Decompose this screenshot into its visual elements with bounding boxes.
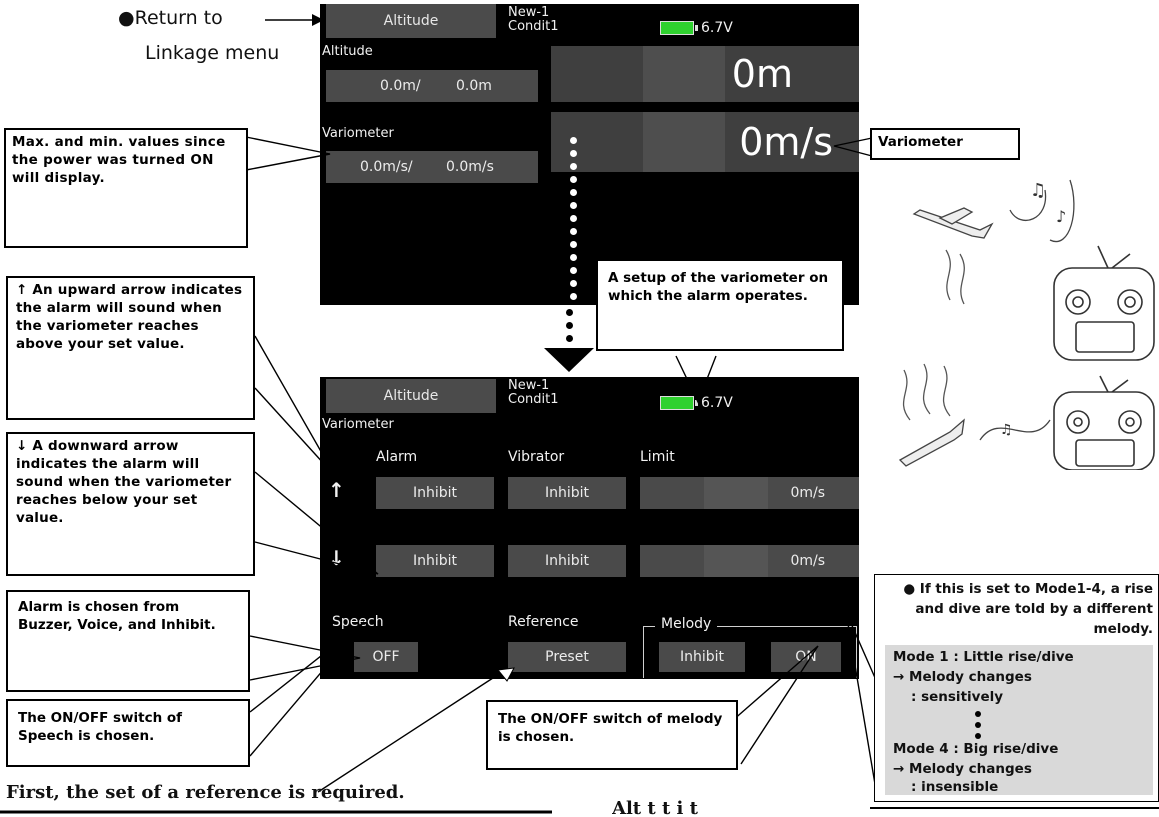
mode1-line2: : sensitively	[911, 689, 1004, 705]
callout-variometer: Variometer	[870, 128, 1020, 160]
callout-maxmin: Max. and min. values since the power was…	[4, 128, 248, 248]
mode4-line1: → Melody changes	[893, 761, 1032, 777]
callout-downward: ↓ A downward arrow indicates the alarm w…	[6, 432, 255, 576]
callout-speech-switch: The ON/OFF switch of Speech is chosen.	[6, 699, 250, 767]
mode1-line1: → Melody changes	[893, 669, 1032, 685]
callout-setup: A setup of the variometer on which the a…	[596, 259, 844, 351]
return-annotation: ●Return to	[118, 7, 318, 29]
callout-upward: ↑ An upward arrow indicates the alarm wi…	[6, 276, 255, 420]
mode-details: Mode 1 : Little rise/dive → Melody chang…	[885, 645, 1153, 795]
mode1-title: Mode 1 : Little rise/dive	[893, 649, 1074, 665]
mode4-title: Mode 4 : Big rise/dive	[893, 741, 1059, 757]
return-line1: Return to	[134, 7, 223, 29]
callout-melody-switch: The ON/OFF switch of melody is chosen.	[486, 700, 738, 770]
mode4-line2: : insensible	[911, 779, 999, 795]
panel-intro: ● If this is set to Mode1-4, a rise and …	[903, 581, 1153, 637]
footer-cut-text: Alt t t i t	[612, 800, 698, 817]
footer-note: First, the set of a reference is require…	[6, 782, 405, 803]
return-annotation-line2: Linkage menu	[145, 42, 280, 64]
bullet-icon: ●	[118, 7, 135, 29]
melody-mode-panel: ● If this is set to Mode1-4, a rise and …	[874, 574, 1159, 802]
callout-alarm-choice: Alarm is chosen from Buzzer, Voice, and …	[6, 590, 250, 692]
